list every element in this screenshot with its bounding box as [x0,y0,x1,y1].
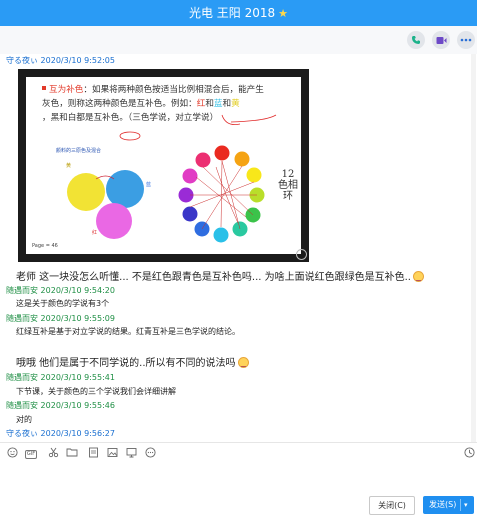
zoom-icon[interactable] [296,249,307,260]
label-yellow: 黄 [66,163,72,169]
message-time: 2020/3/10 9:54:20 [40,286,115,295]
compose-divider [0,442,477,443]
send-button[interactable]: 发送(S) ▾ [423,496,474,514]
chat-toolbar [0,26,477,54]
gif-icon[interactable]: GIF [23,447,39,459]
chat-scrollbar[interactable] [471,54,476,442]
message-text: 对的 [16,415,32,424]
compose-toolbar: GIF [0,444,477,462]
gif-label: GIF [24,450,38,459]
more-dots-icon[interactable] [144,447,156,459]
message-meta: 守る夜ぃ 2020/3/10 9:52:05 [6,55,115,66]
send-button-label: 发送(S) [429,500,457,509]
star-icon: ★ [278,7,289,20]
folder-icon[interactable] [66,447,78,459]
screen-icon[interactable] [125,447,137,459]
message-input[interactable] [0,462,477,492]
chat-history[interactable]: 守る夜ぃ 2020/3/10 9:52:05 互为补色：如果将两种颜色按适当比例… [0,54,470,442]
sender-name[interactable]: 随遇而安 [6,401,38,410]
message-meta: 守る夜ぃ 2020/3/10 9:56:27 [6,428,115,439]
message-time: 2020/3/10 9:56:27 [40,429,115,438]
more-icon[interactable] [457,31,475,49]
message-content: 哦哦 他们是属于不同学说的..所以有不同的说法吗 [16,358,236,369]
message-meta: 随遇而安 2020/3/10 9:54:20 [6,285,115,296]
sender-name[interactable]: 随遇而安 [6,314,38,323]
video-icon[interactable] [432,31,450,49]
label-blue: 蓝 [146,182,152,188]
sender-name[interactable]: 守る夜ぃ [6,56,38,65]
sender-name[interactable]: 随遇而安 [6,373,38,382]
message-text: 哦哦 他们是属于不同学说的..所以有不同的说法吗 [16,354,249,369]
sender-name[interactable]: 随遇而安 [6,286,38,295]
history-icon[interactable] [463,447,475,459]
image-icon[interactable] [106,447,118,459]
message-time: 2020/3/10 9:55:46 [40,401,115,410]
message-time: 2020/3/10 9:55:41 [40,373,115,382]
page-number: Page = 46 [32,243,58,249]
message-time: 2020/3/10 9:52:05 [40,56,115,65]
send-button-divider [460,499,461,511]
slide-image: 互为补色：如果将两种颜色按适当比例相混合后，能产生 灰色，则称这两种颜色是互补色… [26,77,301,254]
message-content: 老师 这一块没怎么听懂... 不是红色跟青色是互补色吗... 为啥上面说红色跟绿… [16,272,411,283]
label-red: 红 [92,230,98,236]
emoji-icon[interactable] [6,447,18,459]
shared-screenshot[interactable]: 互为补色：如果将两种颜色按适当比例相混合后，能产生 灰色，则称这两种颜色是互补色… [18,69,309,262]
scissors-icon[interactable] [47,447,59,459]
message-meta: 随遇而安 2020/3/10 9:55:41 [6,372,115,383]
message-meta: 随遇而安 2020/3/10 9:55:09 [6,313,115,324]
window-title-bar: 光电 王阳 2018 ★ [0,0,477,26]
message-text: 下节课，关于颜色的三个学说我们会详细讲解 [16,387,176,396]
message-time: 2020/3/10 9:55:09 [40,314,115,323]
message-text: 这是关于颜色的学说有3个 [16,299,110,308]
message-text: 红绿互补是基于对立学说的结果。红青互补是三色学说的结论。 [16,327,240,336]
message-text: 老师 这一块没怎么听懂... 不是红色跟青色是互补色吗... 为啥上面说红色跟绿… [16,268,424,283]
color-wheel [178,145,265,243]
message-meta: 随遇而安 2020/3/10 9:55:46 [6,400,115,411]
sad-emoji-icon [412,271,424,282]
chevron-down-icon[interactable]: ▾ [464,496,468,514]
doc-icon[interactable] [87,447,99,459]
wheel-label: 12色相环 [278,169,298,202]
close-button[interactable]: 关闭(C) [369,496,415,515]
sad-emoji-icon [237,357,249,368]
sender-name[interactable]: 守る夜ぃ [6,429,38,438]
window-title: 光电 王阳 2018 [188,6,276,20]
phone-icon[interactable] [407,31,425,49]
